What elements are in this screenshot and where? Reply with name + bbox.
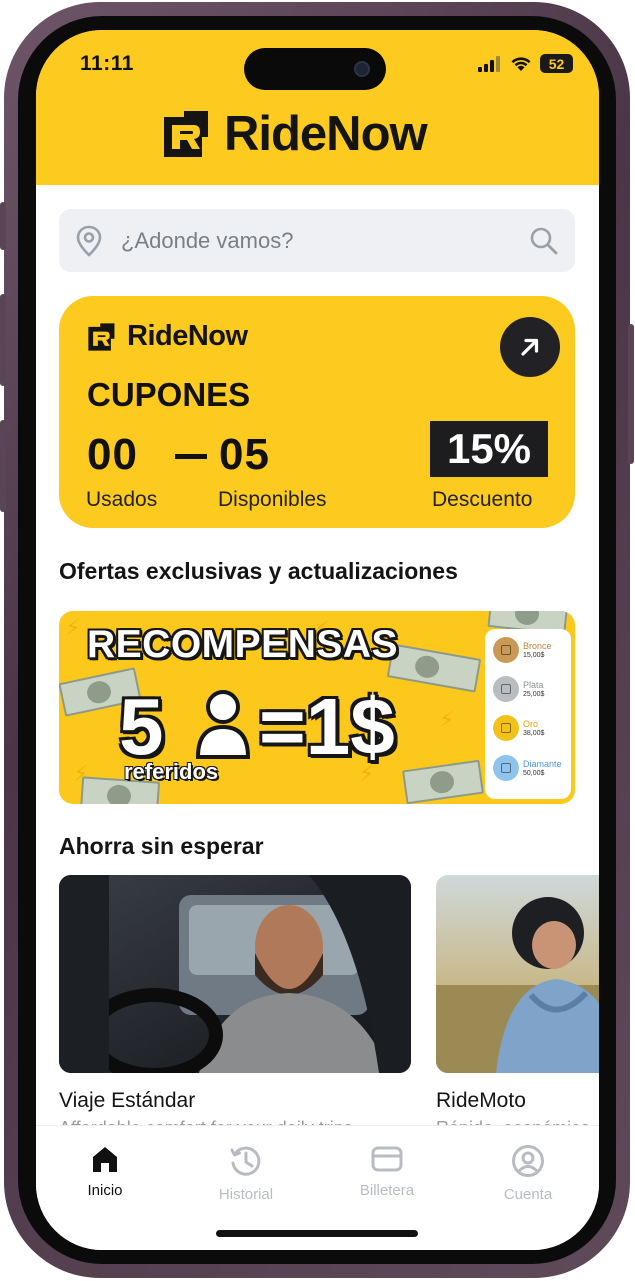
bolt-pattern: ⚡ — [439, 707, 455, 732]
used-count: 00 — [87, 430, 138, 479]
ridenow-logo-icon — [88, 322, 115, 351]
open-coupons-button[interactable] — [500, 317, 560, 377]
volume-button — [0, 202, 6, 250]
account-icon — [512, 1145, 544, 1177]
brand-name: RideNow — [224, 107, 428, 161]
status-indicators: 52 — [478, 54, 573, 73]
home-indicator[interactable] — [216, 1230, 418, 1237]
tab-label: Cuenta — [503, 1186, 553, 1203]
moto-ride-image[interactable] — [436, 875, 599, 1073]
tier-amount: 50,00$ — [523, 769, 545, 777]
motorcycle-rider-photo — [436, 875, 599, 1073]
medal-icon — [493, 637, 519, 663]
tier-item: Oro 38,00$ — [493, 715, 544, 741]
status-time: 11:11 — [80, 52, 134, 75]
coupon-title: CUPONES — [87, 376, 251, 413]
tier-name: Plata — [523, 679, 544, 690]
discount-label: Descuento — [432, 488, 533, 511]
tier-name: Bronce — [523, 640, 552, 651]
used-label: Usados — [86, 488, 158, 511]
medal-icon — [493, 715, 519, 741]
tab-label: Billetera — [359, 1182, 415, 1199]
coupon-brand-name: RideNow — [127, 320, 248, 352]
volume-down-button — [0, 420, 6, 512]
search-icon[interactable] — [529, 226, 559, 256]
tab-cuenta[interactable]: Cuenta — [468, 1144, 588, 1203]
tier-item: Diamante 50,00$ — [493, 755, 562, 781]
dollar-bill-image — [402, 759, 484, 804]
home-icon — [93, 1147, 117, 1172]
tab-inicio[interactable]: Inicio — [45, 1144, 165, 1199]
standard-ride-image[interactable] — [59, 875, 411, 1073]
rides-section-title: Ahorra sin esperar — [59, 833, 264, 859]
tab-label: Inicio — [87, 1182, 123, 1199]
referrals-label: referidos — [124, 759, 219, 784]
separator-dash — [175, 454, 207, 459]
discount-badge: 15% — [430, 421, 548, 477]
app-screen: 11:11 52 RideNow ¿Adonde vamos? RideNow … — [36, 30, 599, 1250]
tier-amount: 15,00$ — [523, 651, 545, 659]
tier-name: Diamante — [523, 758, 562, 769]
brand-header: RideNow — [160, 106, 428, 162]
rewards-headline: RECOMPENSAS — [87, 623, 399, 666]
battery-indicator: 52 — [540, 54, 573, 73]
medal-icon — [493, 676, 519, 702]
tab-historial[interactable]: Historial — [186, 1144, 306, 1203]
tier-item: Bronce 15,00$ — [493, 637, 552, 663]
person-icon — [195, 690, 251, 759]
signal-icon — [478, 55, 500, 72]
wifi-icon — [511, 56, 531, 71]
dynamic-island — [244, 48, 386, 90]
standard-ride-title[interactable]: Viaje Estándar — [59, 1089, 195, 1113]
driver-in-car-photo — [59, 875, 411, 1073]
wallet-icon — [371, 1146, 403, 1172]
bolt-pattern: ⚡ — [65, 615, 81, 640]
history-icon — [230, 1146, 261, 1176]
search-bar[interactable]: ¿Adonde vamos? — [59, 209, 575, 272]
reward-value: =1$ — [259, 682, 395, 771]
dollar-bill-image — [386, 643, 482, 693]
tier-name: Oro — [523, 718, 539, 729]
available-count: 05 — [219, 430, 270, 479]
rewards-banner[interactable]: ⚡ ⚡ ⚡ ⚡ ⚡ ⚡ RECOMPENSAS 5 =1$ referidos … — [59, 611, 575, 804]
search-input[interactable]: ¿Adonde vamos? — [121, 228, 529, 254]
tier-item: Plata 25,00$ — [493, 676, 544, 702]
tab-label: Historial — [218, 1186, 274, 1203]
tier-amount: 25,00$ — [523, 690, 545, 698]
ridenow-logo-icon — [164, 111, 208, 157]
coupon-card[interactable]: RideNow CUPONES 00 05 15% Usados Disponi… — [59, 296, 575, 528]
app-header: 11:11 52 RideNow — [36, 30, 599, 185]
power-button — [628, 324, 634, 464]
volume-up-button — [0, 294, 6, 386]
tab-billetera[interactable]: Billetera — [327, 1144, 447, 1199]
reward-tiers: Bronce 15,00$ Plata 25,00$ Oro 38,00$ Di… — [485, 629, 571, 799]
coupon-brand: RideNow — [85, 320, 248, 353]
available-label: Disponibles — [218, 488, 327, 511]
offers-section-title: Ofertas exclusivas y actualizaciones — [59, 558, 458, 584]
camera-icon — [354, 61, 370, 77]
medal-icon — [493, 755, 519, 781]
tier-amount: 38,00$ — [523, 729, 545, 737]
location-pin-icon — [76, 225, 102, 257]
arrow-up-right-icon — [521, 338, 539, 356]
moto-ride-title[interactable]: RideMoto — [436, 1089, 526, 1113]
